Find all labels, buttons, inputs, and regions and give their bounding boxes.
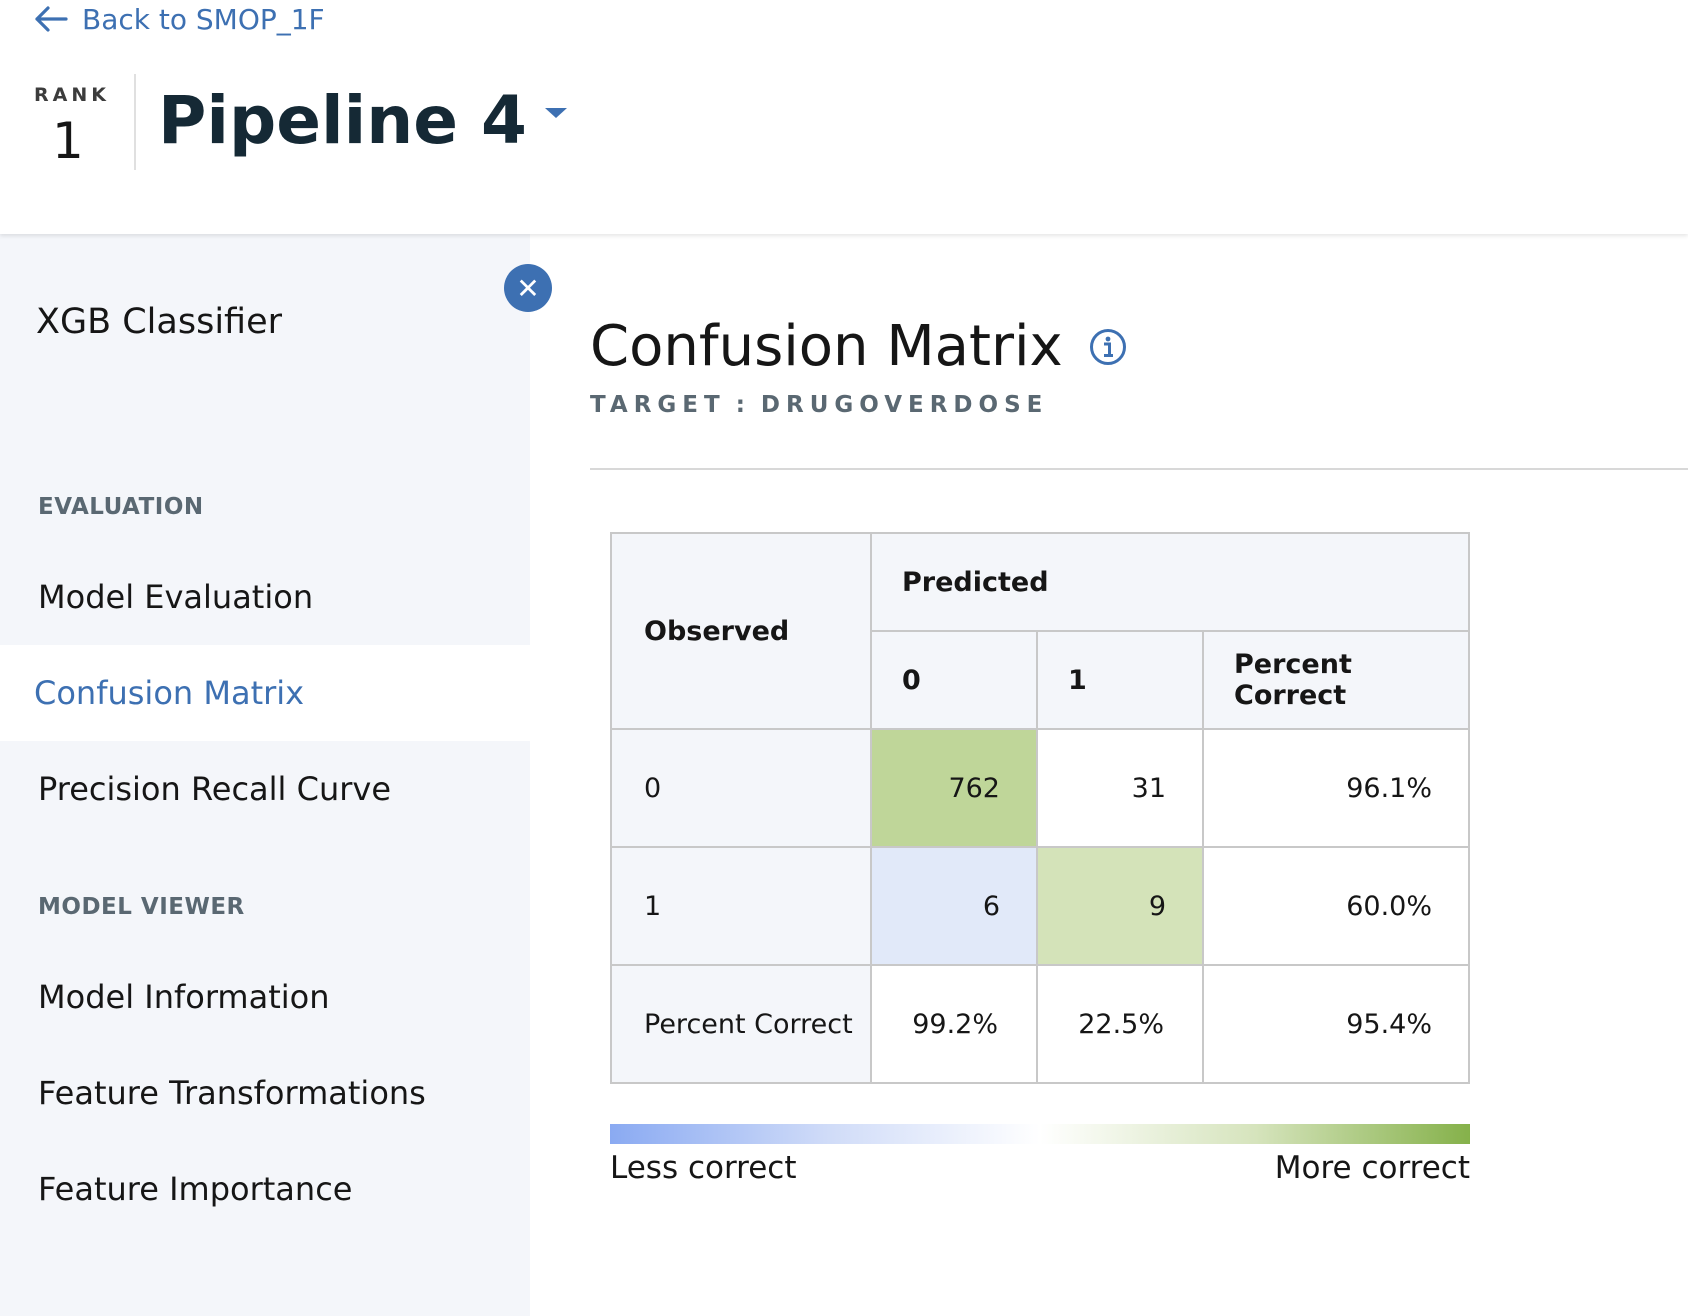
observed-header: Observed [610, 532, 872, 730]
percent-cell: 95.4% [1202, 964, 1470, 1084]
sidebar-item-confusion-matrix[interactable]: Confusion Matrix [0, 645, 530, 741]
sidebar-item-feature-importance[interactable]: Feature Importance [0, 1141, 530, 1237]
rank-block: RANK 1 [34, 84, 134, 170]
sidebar-item-model-information[interactable]: Model Information [0, 949, 530, 1045]
sidebar: XGB Classifier EVALUATION Model Evaluati… [0, 234, 530, 1316]
matrix-cell: 762 [870, 728, 1038, 848]
matrix-cell: 6 [870, 846, 1038, 966]
legend-less-label: Less correct [610, 1150, 797, 1186]
target-label: TARGET: DRUGOVERDOSE [590, 392, 1048, 418]
percent-cell: 22.5% [1036, 964, 1204, 1084]
header-divider [134, 74, 136, 170]
back-link-label: Back to SMOP_1F [82, 2, 325, 36]
info-icon[interactable] [1089, 328, 1127, 366]
close-icon: ✕ [516, 271, 540, 305]
matrix-cell: 31 [1036, 728, 1204, 848]
row-label: 1 [610, 846, 872, 966]
percent-cell: 60.0% [1202, 846, 1470, 966]
sidebar-item-model-evaluation[interactable]: Model Evaluation [0, 549, 530, 645]
rank-label: RANK [34, 84, 110, 106]
section-label-evaluation: EVALUATION [38, 494, 204, 520]
sidebar-title: XGB Classifier [36, 302, 283, 342]
legend-more-label: More correct [1274, 1150, 1470, 1186]
back-link[interactable]: Back to SMOP_1F [34, 0, 325, 38]
close-sidebar-button[interactable]: ✕ [504, 264, 552, 312]
sidebar-item-precision-recall-curve[interactable]: Precision Recall Curve [0, 741, 530, 837]
section-label-model-viewer: MODEL VIEWER [38, 894, 245, 920]
legend-labels: Less correct More correct [610, 1150, 1470, 1186]
pipeline-selector[interactable]: Pipeline 4 [158, 82, 567, 159]
percent-cell: 96.1% [1202, 728, 1470, 848]
confusion-matrix-table: Observed Predicted 0 1 Percent Correct 0… [610, 532, 1470, 1084]
row-label: Percent Correct [610, 964, 872, 1084]
pipeline-title: Pipeline 4 [158, 82, 527, 159]
table-row: 1 6 9 60.0% [610, 846, 1470, 966]
sidebar-item-feature-transformations[interactable]: Feature Transformations [0, 1045, 530, 1141]
page-title: Confusion Matrix [590, 314, 1063, 379]
table-row: Percent Correct 99.2% 22.5% 95.4% [610, 964, 1470, 1084]
percent-cell: 99.2% [870, 964, 1038, 1084]
caret-down-icon [544, 107, 567, 118]
matrix-cell: 9 [1036, 846, 1204, 966]
rank-value: 1 [52, 112, 84, 170]
predicted-header: Predicted [870, 532, 1470, 632]
legend-gradient-bar [610, 1124, 1470, 1144]
column-header-0: 0 [870, 630, 1038, 730]
divider [590, 468, 1688, 470]
column-header-percent-correct: Percent Correct [1202, 630, 1470, 730]
target-prefix: TARGET [590, 392, 726, 418]
target-separator: : [735, 392, 751, 418]
arrow-left-icon [35, 6, 68, 32]
row-label: 0 [610, 728, 872, 848]
column-header-1: 1 [1036, 630, 1204, 730]
title-row: Confusion Matrix [590, 314, 1127, 379]
table-row: 0 762 31 96.1% [610, 728, 1470, 848]
color-legend: Less correct More correct [610, 1124, 1470, 1186]
page-header: Back to SMOP_1F RANK 1 Pipeline 4 [0, 0, 1688, 234]
target-value: DRUGOVERDOSE [760, 392, 1049, 418]
